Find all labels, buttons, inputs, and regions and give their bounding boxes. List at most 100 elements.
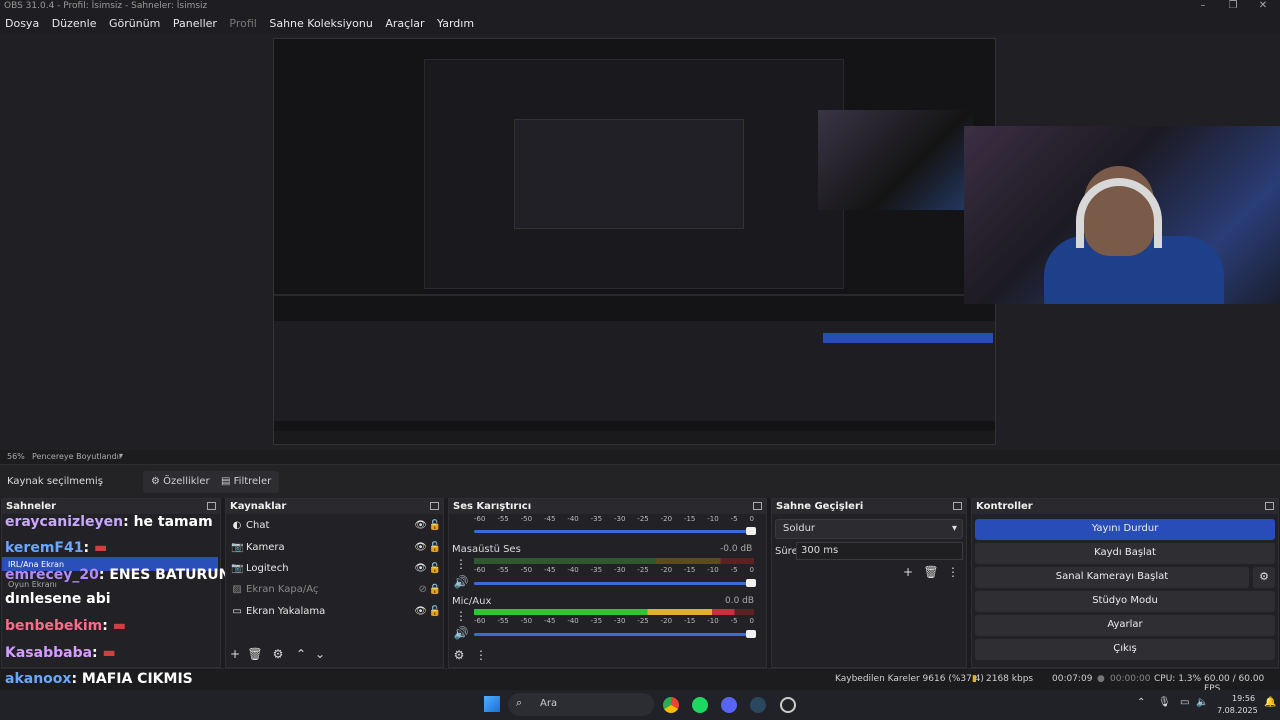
- search-label: Ara: [540, 698, 558, 709]
- lock-icon[interactable]: 🔓: [429, 606, 441, 617]
- lock-icon[interactable]: 🔓: [429, 520, 441, 531]
- lock-icon[interactable]: 🔒: [429, 584, 441, 595]
- eye-icon[interactable]: 👁: [414, 520, 427, 531]
- menu-sahne-koleksiyonu[interactable]: Sahne Koleksiyonu: [264, 14, 377, 30]
- clock-time[interactable]: 19:56: [1232, 694, 1255, 703]
- source-label: Kamera: [246, 542, 285, 553]
- filters-button[interactable]: ▤ Filtreler: [213, 471, 280, 493]
- chevron-down-icon: ▾: [951, 523, 957, 534]
- source-item-ekran-kapa[interactable]: ▨ Ekran Kapa/Aç ⊘ 🔒: [231, 584, 441, 604]
- nested-preview: [273, 38, 996, 445]
- db-scale: -60 -55 -50 -45 -40 -35 -30 -25 -20 -15 -10 -5 0: [474, 566, 754, 574]
- popout-icon[interactable]: [207, 502, 216, 510]
- gear-icon: ⚙: [151, 476, 160, 487]
- trash-icon[interactable]: 🗑: [247, 647, 263, 663]
- dropped-frames: Kaybedilen Kareler 9616 (%37.4): [835, 674, 984, 684]
- mixer-title: Ses Karıştırıcı: [453, 501, 532, 512]
- discord-icon[interactable]: [721, 697, 737, 713]
- start-virtual-camera-button[interactable]: Sanal Kamerayı Başlat: [975, 567, 1249, 588]
- chat-message: Kasabbaba: ▬: [5, 645, 116, 661]
- monitor-icon: ▭: [232, 606, 242, 617]
- chat-message: eraycanizleyen: he tamam: [5, 514, 213, 530]
- eye-icon[interactable]: 👁: [414, 542, 427, 553]
- chevron-down-icon[interactable]: ▾: [119, 451, 123, 460]
- menu-paneller[interactable]: Paneller: [168, 14, 221, 30]
- db-scale: -60 -55 -50 -45 -40 -35 -30 -25 -20 -15 -10 -5 0: [474, 617, 754, 625]
- maximize-icon[interactable]: ❐: [1218, 0, 1248, 14]
- kebab-menu-icon[interactable]: ⋮: [453, 609, 469, 625]
- microphone-icon[interactable]: 🎙: [1158, 697, 1171, 708]
- source-item-ekran-yakalama[interactable]: ▭ Ekran Yakalama 👁 🔓: [231, 606, 441, 626]
- eye-icon[interactable]: 👁: [414, 606, 427, 617]
- menu-duzenle[interactable]: Düzenle: [47, 14, 101, 30]
- chrome-icon[interactable]: [663, 697, 679, 713]
- chat-message: keremF41: ▬: [5, 540, 108, 556]
- move-down-icon[interactable]: ⌄: [312, 647, 328, 663]
- no-source-selected: Kaynak seçilmemiş: [7, 476, 103, 487]
- bitrate: 2168 kbps: [986, 674, 1034, 684]
- source-item-logitech[interactable]: 📷 Logitech 👁 🔓: [231, 563, 441, 583]
- popout-icon[interactable]: [953, 502, 962, 510]
- windows-start-icon[interactable]: [484, 696, 500, 712]
- volume-icon[interactable]: 🔈: [1196, 697, 1208, 708]
- menu-gorunum[interactable]: Görünüm: [104, 14, 164, 30]
- volume-slider[interactable]: [474, 579, 756, 587]
- gear-icon[interactable]: ⚙: [1253, 567, 1275, 588]
- kebab-menu-icon[interactable]: ⋮: [945, 565, 961, 581]
- volume-slider[interactable]: [474, 527, 756, 535]
- camera-feed: [964, 126, 1280, 304]
- network-icon[interactable]: ▭: [1180, 697, 1189, 708]
- menu-yardim[interactable]: Yardım: [432, 14, 478, 30]
- camera-icon: 📷: [231, 542, 244, 553]
- eye-slash-icon[interactable]: ⊘: [419, 584, 427, 595]
- transition-type: Soldur: [783, 523, 816, 534]
- menu-profil[interactable]: Profil: [224, 14, 260, 30]
- close-icon[interactable]: ✕: [1248, 0, 1278, 14]
- menu-araclar[interactable]: Araçlar: [380, 14, 428, 30]
- stream-time: 00:07:09: [1052, 674, 1093, 684]
- start-recording-button[interactable]: Kaydı Başlat: [975, 543, 1275, 564]
- gear-icon[interactable]: ⚙: [451, 648, 467, 664]
- transition-select[interactable]: Soldur ▾: [775, 519, 963, 539]
- kebab-menu-icon[interactable]: ⋮: [453, 557, 469, 573]
- popout-icon[interactable]: [753, 502, 762, 510]
- exit-button[interactable]: Çıkış: [975, 639, 1275, 660]
- stop-stream-button[interactable]: Yayını Durdur: [975, 519, 1275, 540]
- notification-icon[interactable]: 🔔: [1264, 697, 1276, 708]
- speaker-icon[interactable]: 🔊: [453, 575, 469, 591]
- scenes-title: Sahneler: [6, 501, 57, 512]
- source-item-chat[interactable]: ◐ Chat 👁 🔓: [231, 520, 441, 540]
- popout-icon[interactable]: [430, 502, 439, 510]
- transitions-title: Sahne Geçişleri: [776, 501, 864, 512]
- add-icon[interactable]: +: [900, 565, 916, 581]
- spotify-icon[interactable]: [692, 697, 708, 713]
- trash-icon[interactable]: 🗑: [923, 565, 939, 581]
- record-time: 00:00:00: [1110, 674, 1151, 684]
- chevron-up-icon[interactable]: ⌃: [1137, 697, 1145, 708]
- steam-icon[interactable]: [750, 697, 766, 713]
- zoom-mode[interactable]: Pencereye Boyutlandır: [32, 452, 122, 461]
- speaker-icon[interactable]: 🔊: [453, 626, 469, 642]
- clock-date[interactable]: 7.08.2025: [1217, 706, 1258, 715]
- studio-mode-button[interactable]: Stüdyo Modu: [975, 591, 1275, 612]
- lock-icon[interactable]: 🔓: [429, 563, 441, 574]
- minimize-icon[interactable]: –: [1188, 0, 1218, 14]
- obs-icon[interactable]: [780, 697, 796, 713]
- volume-slider[interactable]: [474, 630, 756, 638]
- source-item-kamera[interactable]: 📷 Kamera 👁 🔓: [231, 542, 441, 562]
- menu-dosya[interactable]: Dosya: [0, 14, 43, 30]
- volume-meter: [474, 558, 754, 564]
- lock-icon[interactable]: 🔓: [429, 542, 441, 553]
- zoom-level[interactable]: 56%: [7, 452, 25, 461]
- gear-icon[interactable]: ⚙: [270, 647, 286, 663]
- eye-icon[interactable]: 👁: [414, 563, 427, 574]
- signal-icon: ▮: [972, 674, 977, 684]
- move-up-icon[interactable]: ⌃: [293, 647, 309, 663]
- duration-input[interactable]: 300 ms: [796, 542, 963, 560]
- taskbar-search[interactable]: Ara: [508, 693, 654, 716]
- settings-button[interactable]: Ayarlar: [975, 615, 1275, 636]
- kebab-menu-icon[interactable]: ⋮: [473, 648, 489, 664]
- add-icon[interactable]: +: [227, 647, 243, 663]
- properties-button[interactable]: ⚙ Özellikler: [143, 471, 218, 493]
- popout-icon[interactable]: [1265, 502, 1274, 510]
